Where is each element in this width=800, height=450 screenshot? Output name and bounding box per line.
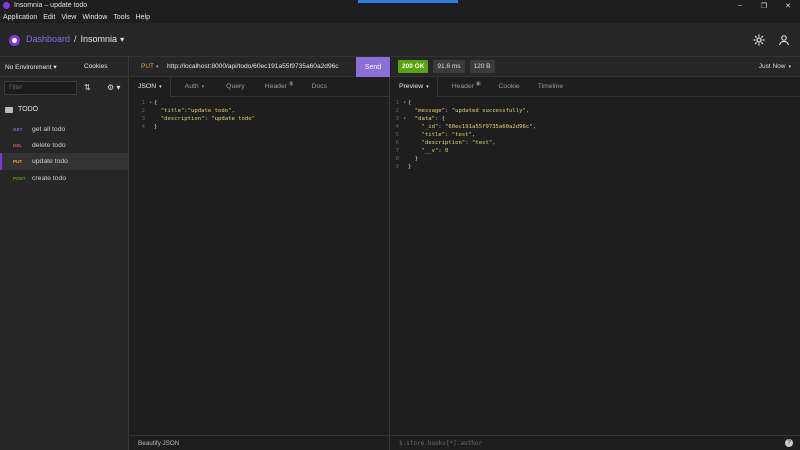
tab-cookie[interactable]: Cookie xyxy=(491,77,528,97)
code-line: { xyxy=(408,100,412,106)
request-tabs: JSON ▾ Auth ▾ Query Header 1 Docs xyxy=(130,76,389,97)
code-line: { xyxy=(154,100,158,106)
tab-response-header[interactable]: Header 6 xyxy=(444,77,489,97)
code-line: "data": { xyxy=(408,116,446,122)
beautify-json-button[interactable]: Beautify JSON xyxy=(130,435,390,450)
response-status-bar: 200 OK 91.6 ms 120 B Just Now ▾ xyxy=(391,57,800,77)
menu-application[interactable]: Application xyxy=(3,14,37,21)
response-filter-bar: $.store.books[*].author ? xyxy=(391,435,800,450)
drag-handle[interactable] xyxy=(358,0,458,3)
cookies-button[interactable]: Cookies xyxy=(84,63,107,70)
sidebar-item-delete-todo[interactable]: DEL delete todo xyxy=(0,137,128,154)
response-time-badge: 91.6 ms xyxy=(433,60,465,73)
method-badge: DEL xyxy=(13,143,23,148)
response-size-badge: 120 B xyxy=(469,60,495,73)
menu-tools[interactable]: Tools xyxy=(113,14,129,21)
maximize-button[interactable]: ❐ xyxy=(752,0,776,11)
request-name: get all todo xyxy=(32,126,66,133)
code-line: "__v": 0 xyxy=(408,148,449,154)
menu-window[interactable]: Window xyxy=(82,14,107,21)
folder-todo[interactable]: TODO xyxy=(5,106,38,113)
sidebar-item-create-todo[interactable]: POST create todo xyxy=(0,170,128,187)
code-line: } xyxy=(154,124,158,130)
send-button[interactable]: Send xyxy=(356,57,390,77)
app-icon xyxy=(3,2,10,9)
folder-label: TODO xyxy=(18,106,39,113)
breadcrumb: Dashboard / Insomnia ▾ xyxy=(26,34,124,44)
code-line: "description": "test", xyxy=(408,140,496,146)
response-tabs: Preview ▾ Header 6 Cookie Timeline xyxy=(391,76,800,97)
tab-auth[interactable]: Auth ▾ xyxy=(177,77,213,97)
code-line: "title":"update todo", xyxy=(154,108,235,114)
status-badge: 200 OK xyxy=(398,60,429,73)
url-input[interactable]: http://localhost:8000/api/todo/60ec191a5… xyxy=(167,63,339,70)
folder-icon xyxy=(5,106,13,113)
request-name: delete todo xyxy=(32,142,66,149)
chevron-down-icon[interactable]: ▾ xyxy=(120,35,124,44)
response-filter-input[interactable]: $.store.books[*].author xyxy=(399,440,482,447)
request-body-editor[interactable]: 1 ▾{ 2 "title":"update todo", 3 "descript… xyxy=(130,99,389,131)
menu-bar: Application Edit View Window Tools Help xyxy=(0,11,800,23)
request-name: update todo xyxy=(32,158,68,165)
window-title: Insomnia – update todo xyxy=(14,2,88,9)
method-selector[interactable]: PUT ▾ xyxy=(141,63,167,70)
code-line: "description": "update todo" xyxy=(154,116,256,122)
header-count-badge: 1 xyxy=(288,81,294,86)
method-badge: POST xyxy=(13,176,26,181)
title-bar: Insomnia – update todo – ❐ ✕ xyxy=(0,0,800,11)
code-line: } xyxy=(408,164,412,170)
account-user-icon[interactable] xyxy=(775,31,793,49)
breadcrumb-dashboard[interactable]: Dashboard xyxy=(26,34,70,44)
minimize-button[interactable]: – xyxy=(728,0,752,11)
code-line: "message": "updated successfully", xyxy=(408,108,530,114)
window-controls: – ❐ ✕ xyxy=(728,0,800,11)
request-pane: PUT ▾ http://localhost:8000/api/todo/60ec… xyxy=(130,57,390,450)
breadcrumb-project[interactable]: Insomnia xyxy=(81,34,118,44)
code-line: "title": "test", xyxy=(408,132,476,138)
tab-timeline[interactable]: Timeline xyxy=(530,77,571,97)
settings-gear-icon[interactable] xyxy=(750,31,768,49)
sort-icon[interactable]: ⇅ xyxy=(84,83,91,92)
method-badge: GET xyxy=(13,127,23,132)
sidebar-item-get-all-todo[interactable]: GET get all todo xyxy=(0,121,128,138)
code-line: } xyxy=(408,156,419,162)
url-bar: PUT ▾ http://localhost:8000/api/todo/60ec… xyxy=(130,57,390,77)
tab-json[interactable]: JSON ▾ xyxy=(130,76,171,97)
help-icon[interactable]: ? xyxy=(785,439,793,447)
app-header: Dashboard / Insomnia ▾ xyxy=(0,23,800,57)
tab-header[interactable]: Header 1 xyxy=(257,77,302,97)
response-history-dropdown[interactable]: Just Now ▾ xyxy=(759,63,791,70)
code-line: "_id": "60ec191a55f9735a60a2d96c", xyxy=(408,124,536,130)
sidebar: No Environment ▾ Cookies Filter ⇅ ⚙ ▾ TO… xyxy=(0,57,129,450)
header-count-badge: 6 xyxy=(476,81,481,86)
method-badge: PUT xyxy=(13,159,23,164)
menu-view[interactable]: View xyxy=(61,14,76,21)
response-pane: 200 OK 91.6 ms 120 B Just Now ▾ Preview ▾ … xyxy=(391,57,800,450)
tab-preview[interactable]: Preview ▾ xyxy=(391,76,438,97)
insomnia-logo-icon xyxy=(9,35,20,46)
breadcrumb-separator: / xyxy=(74,34,77,44)
environment-bar: No Environment ▾ Cookies xyxy=(0,57,129,77)
request-name: create todo xyxy=(32,175,67,182)
add-gear-icon[interactable]: ⚙ ▾ xyxy=(107,83,120,92)
tab-docs[interactable]: Docs xyxy=(303,77,335,97)
filter-input[interactable]: Filter xyxy=(4,81,77,95)
tab-query[interactable]: Query xyxy=(218,77,253,97)
environment-selector[interactable]: No Environment ▾ xyxy=(5,63,57,71)
response-body-viewer[interactable]: 1 ▾{ 2 "message": "updated successfully",… xyxy=(391,99,800,171)
menu-edit[interactable]: Edit xyxy=(43,14,55,21)
close-button[interactable]: ✕ xyxy=(776,0,800,11)
sidebar-item-update-todo[interactable]: PUT update todo xyxy=(0,153,128,170)
menu-help[interactable]: Help xyxy=(136,14,150,21)
